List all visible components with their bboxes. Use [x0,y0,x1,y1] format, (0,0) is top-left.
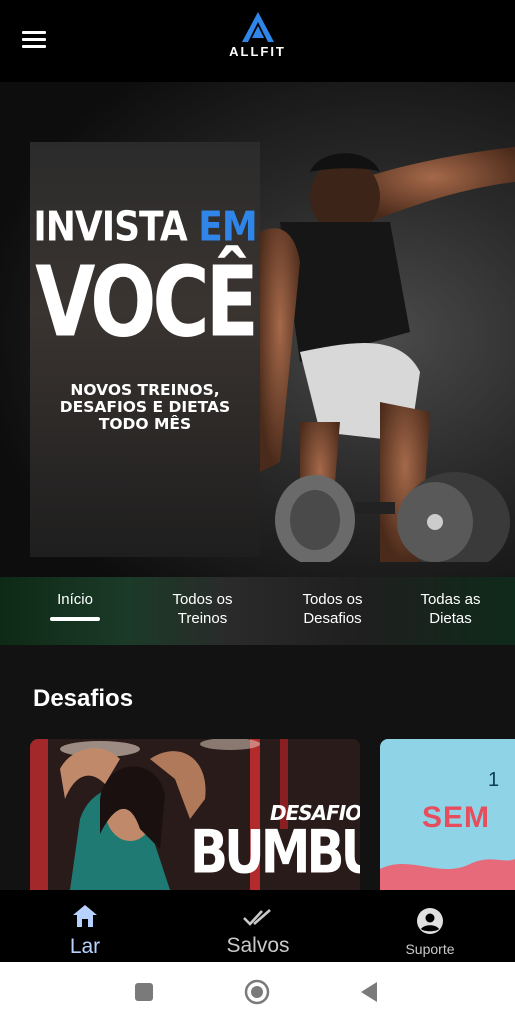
app-header: ALLFIT [0,0,515,82]
tab-inicio[interactable]: Início [40,590,110,609]
challenge-card-sem[interactable]: 1 SEM [380,739,515,890]
nav-lar[interactable]: Lar [45,890,125,962]
hero-headline: INVISTA EM VOCÊ NOVOS TREINOS, DESAFIOS … [30,203,260,433]
tab-todos-desafios[interactable]: Todos os Desafios [280,590,385,628]
brand-name: ALLFIT [229,44,286,59]
home-icon [73,905,97,927]
nav-label-salvos: Salvos [226,934,290,957]
nav-label-lar: Lar [69,935,101,958]
nav-label-suporte: Suporte [405,941,455,957]
tab-todos-treinos[interactable]: Todos os Treinos [150,590,255,628]
card-title-bumbum: BUMBUM [190,817,360,887]
tab-todas-dietas[interactable]: Todas as Dietas [398,590,503,628]
athlete-image [260,147,515,562]
section-title: Desafios [33,685,134,712]
triangle-back-icon[interactable] [359,981,379,1003]
card-number: 1 [488,769,500,791]
nav-suporte[interactable]: Suporte [390,890,470,962]
square-recents-icon[interactable] [135,983,153,1001]
hero-line1: INVISTA EM [33,203,257,252]
bottom-navigation: Lar Salvos Suporte [0,890,515,962]
hero-subtitle: NOVOS TREINOS, DESAFIOS E DIETAS TODO MÊ… [59,381,231,433]
hero-line2: VOCÊ [35,246,259,360]
card-title-sem: SEM [422,801,491,834]
hero-banner[interactable]: INVISTA EM VOCÊ NOVOS TREINOS, DESAFIOS … [0,82,515,645]
circle-home-icon[interactable] [244,979,270,1005]
category-tabs: Início Todos os Treinos Todos os Desafios … [0,577,515,645]
system-nav-bar [0,962,515,1024]
allfit-logo: ALLFIT [0,12,515,59]
desafios-section: Desafios DESAFIO BUMBUM 1 SEM [0,645,515,890]
challenge-card-bumbum[interactable]: DESAFIO BUMBUM [30,739,360,890]
nav-salvos[interactable]: Salvos [208,890,308,962]
active-tab-indicator [50,617,100,621]
logo-mark-icon [241,12,274,42]
double-check-icon [243,909,271,926]
account-circle-icon [417,908,443,934]
